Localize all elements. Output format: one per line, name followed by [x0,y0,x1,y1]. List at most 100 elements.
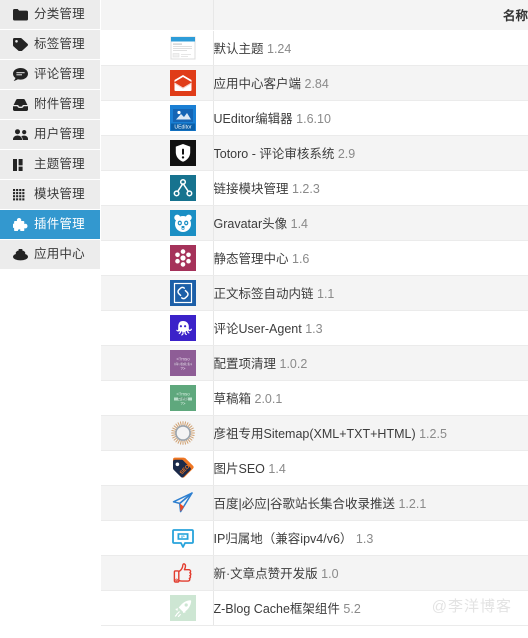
table-body: 默认主题 1.24 应用中心客户端 2.84 UEditor UEditor编辑… [101,30,528,626]
row-icon-cell [153,65,214,101]
row-checkbox-cell[interactable] [101,415,153,451]
row-name-cell[interactable]: IP归属地（兼容ipv4/v6） 1.3 [213,520,528,556]
plugin-manager-page: 分类管理标签管理评论管理附件管理用户管理 主题管理 模块管理插件管理应用中心 名称 [0,0,528,638]
table-row[interactable]: UEditor UEditor编辑器 1.6.10 [101,100,528,136]
row-name-cell[interactable]: 默认主题 1.24 [213,30,528,66]
row-checkbox-cell[interactable] [101,205,153,241]
row-name-cell[interactable]: 新·文章点赞开发版 1.0 [213,555,528,591]
sidebar-item-1[interactable]: 标签管理 [0,30,100,59]
row-name-cell[interactable]: 百度|必应|谷歌站长集合收录推送 1.2.1 [213,485,528,521]
row-checkbox-cell[interactable] [101,170,153,206]
sidebar-item-label: 评论管理 [34,67,85,82]
row-name-cell[interactable]: 彦祖专用Sitemap(XML+TXT+HTML) 1.2.5 [213,415,528,451]
row-name-cell[interactable]: Z-Blog Cache框架组件 5.2 [213,590,528,626]
table-row[interactable]: SEO 图片SEO 1.4 [101,450,528,486]
row-name-cell[interactable]: Gravatar头像 1.4 [213,205,528,241]
table-row[interactable]: 链接模块管理 1.2.3 [101,170,528,206]
plugin-name: 草稿箱 [213,392,252,406]
row-icon-cell [153,30,214,66]
row-checkbox-cell[interactable] [101,65,153,101]
table-row[interactable]: 新·文章点赞开发版 1.0 [101,555,528,591]
table-row[interactable]: Gravatar头像 1.4 [101,205,528,241]
sidebar-item-5[interactable]: 主题管理 [0,150,100,179]
row-icon-cell [153,275,214,311]
table-row[interactable]: <?mso 配置项清理 ?> 配置项清理 1.0.2 [101,345,528,381]
row-icon-cell [153,485,214,521]
row-name-cell[interactable]: 链接模块管理 1.2.3 [213,170,528,206]
comment-icon [13,68,28,82]
plugin-name: 图片SEO [213,462,265,476]
table-row[interactable]: Z-Blog Cache框架组件 5.2 [101,590,528,626]
row-checkbox-cell[interactable] [101,520,153,556]
row-checkbox-cell[interactable] [101,30,153,66]
table-row[interactable]: 彦祖专用Sitemap(XML+TXT+HTML) 1.2.5 [101,415,528,451]
folder-icon [13,8,28,22]
row-name-cell[interactable]: 应用中心客户端 2.84 [213,65,528,101]
puzzle-icon [13,218,28,232]
plugin-version: 1.3 [355,532,374,546]
table-row[interactable]: 应用中心客户端 2.84 [101,65,528,101]
column-header-name[interactable]: 名称 [213,0,528,31]
svg-text:?>: ?> [180,366,185,371]
row-name-cell[interactable]: Totoro - 评论审核系统 2.9 [213,135,528,171]
plugin-version: 2.9 [337,147,356,161]
row-checkbox-cell[interactable] [101,450,153,486]
row-name-cell[interactable]: 正文标签自动内链 1.1 [213,275,528,311]
svg-text:<?mso: <?mso [176,356,190,361]
plugin-version: 1.0.2 [279,357,308,371]
table-row[interactable]: <?mso 草稿箱 ?> 草稿箱 2.0.1 [101,380,528,416]
table-row[interactable]: IP IP归属地（兼容ipv4/v6） 1.3 [101,520,528,556]
row-checkbox-cell[interactable] [101,345,153,381]
row-name-cell[interactable]: 图片SEO 1.4 [213,450,528,486]
row-checkbox-cell[interactable] [101,485,153,521]
sidebar-item-0[interactable]: 分类管理 [0,0,100,29]
plugin-name: 配置项清理 [213,357,277,371]
plugin-name: 百度|必应|谷歌站长集合收录推送 [213,497,396,511]
plugin-version: 1.6 [292,252,310,266]
sidebar-item-2[interactable]: 评论管理 [0,60,100,89]
row-icon-cell [153,555,214,591]
row-checkbox-cell[interactable] [101,590,153,626]
thumbs-up-icon [170,560,196,586]
columns-icon [13,158,28,172]
row-checkbox-cell[interactable] [101,555,153,591]
sidebar-item-6[interactable]: 模块管理 [0,180,100,209]
row-icon-cell [153,240,214,276]
row-name-cell[interactable]: UEditor编辑器 1.6.10 [213,100,528,136]
plugin-version: 5.2 [343,602,361,616]
rocket-cache-icon [169,594,196,621]
appcenter-client-icon [169,69,196,96]
row-checkbox-cell[interactable] [101,275,153,311]
row-name-cell[interactable]: 评论User-Agent 1.3 [213,310,528,346]
user-agent-octopus-icon [169,314,196,341]
row-checkbox-cell[interactable] [101,100,153,136]
table-row[interactable]: 静态管理中心 1.6 [101,240,528,276]
row-name-cell[interactable]: 静态管理中心 1.6 [213,240,528,276]
table-row[interactable]: 评论User-Agent 1.3 [101,310,528,346]
inbox-icon [13,98,28,112]
row-icon-cell [153,590,214,626]
table-row[interactable]: 默认主题 1.24 [101,30,528,66]
sidebar-item-4[interactable]: 用户管理 [0,120,100,149]
sidebar-item-label: 标签管理 [34,37,85,52]
plugin-version: 1.4 [290,217,309,231]
table-row[interactable]: Totoro - 评论审核系统 2.9 [101,135,528,171]
row-name-cell[interactable]: 草稿箱 2.0.1 [213,380,528,416]
row-checkbox-cell[interactable] [101,380,153,416]
totoro-shield-icon [169,139,196,166]
row-checkbox-cell[interactable] [101,240,153,276]
sidebar-item-8[interactable]: 应用中心 [0,240,100,269]
plugin-version: 1.2.3 [292,182,320,196]
sidebar-item-label: 插件管理 [34,217,85,232]
default-theme-icon [170,35,196,61]
sidebar-item-3[interactable]: 附件管理 [0,90,100,119]
sidebar-item-label: 附件管理 [34,97,85,112]
ip-location-icon: IP [170,525,196,551]
table-row[interactable]: 正文标签自动内链 1.1 [101,275,528,311]
row-checkbox-cell[interactable] [101,310,153,346]
row-checkbox-cell[interactable] [101,135,153,171]
row-name-cell[interactable]: 配置项清理 1.0.2 [213,345,528,381]
sidebar: 分类管理标签管理评论管理附件管理用户管理 主题管理 模块管理插件管理应用中心 [0,0,100,638]
table-row[interactable]: 百度|必应|谷歌站长集合收录推送 1.2.1 [101,485,528,521]
sidebar-item-7[interactable]: 插件管理 [0,210,100,239]
